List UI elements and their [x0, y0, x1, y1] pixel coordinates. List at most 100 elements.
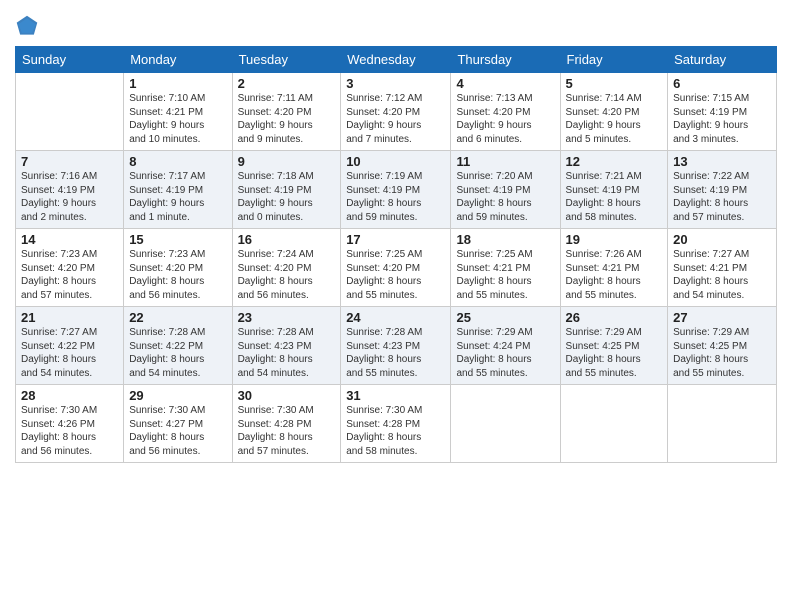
day-info: Sunrise: 7:24 AM Sunset: 4:20 PM Dayligh… [238, 248, 336, 302]
day-number: 27 [673, 310, 771, 325]
day-info: Sunrise: 7:30 AM Sunset: 4:28 PM Dayligh… [238, 404, 336, 458]
day-info: Sunrise: 7:19 AM Sunset: 4:19 PM Dayligh… [346, 170, 445, 224]
day-info: Sunrise: 7:22 AM Sunset: 4:19 PM Dayligh… [673, 170, 771, 224]
logo-icon [15, 14, 39, 38]
day-number: 23 [238, 310, 336, 325]
day-number: 15 [129, 232, 226, 247]
day-number: 12 [566, 154, 663, 169]
day-info: Sunrise: 7:21 AM Sunset: 4:19 PM Dayligh… [566, 170, 663, 224]
day-info: Sunrise: 7:16 AM Sunset: 4:19 PM Dayligh… [21, 170, 118, 224]
day-number: 29 [129, 388, 226, 403]
day-info: Sunrise: 7:11 AM Sunset: 4:20 PM Dayligh… [238, 92, 336, 146]
day-info: Sunrise: 7:26 AM Sunset: 4:21 PM Dayligh… [566, 248, 663, 302]
calendar-cell [668, 385, 777, 463]
calendar-cell: 5Sunrise: 7:14 AM Sunset: 4:20 PM Daylig… [560, 73, 668, 151]
calendar-cell [451, 385, 560, 463]
calendar-cell: 14Sunrise: 7:23 AM Sunset: 4:20 PM Dayli… [16, 229, 124, 307]
calendar-cell: 26Sunrise: 7:29 AM Sunset: 4:25 PM Dayli… [560, 307, 668, 385]
calendar-cell: 21Sunrise: 7:27 AM Sunset: 4:22 PM Dayli… [16, 307, 124, 385]
day-number: 26 [566, 310, 663, 325]
day-number: 7 [21, 154, 118, 169]
day-number: 19 [566, 232, 663, 247]
day-number: 4 [456, 76, 554, 91]
calendar: SundayMondayTuesdayWednesdayThursdayFrid… [15, 46, 777, 463]
day-info: Sunrise: 7:30 AM Sunset: 4:26 PM Dayligh… [21, 404, 118, 458]
day-info: Sunrise: 7:23 AM Sunset: 4:20 PM Dayligh… [129, 248, 226, 302]
day-number: 25 [456, 310, 554, 325]
calendar-cell [560, 385, 668, 463]
day-info: Sunrise: 7:30 AM Sunset: 4:27 PM Dayligh… [129, 404, 226, 458]
day-header-tuesday: Tuesday [232, 47, 341, 73]
day-info: Sunrise: 7:25 AM Sunset: 4:20 PM Dayligh… [346, 248, 445, 302]
day-number: 14 [21, 232, 118, 247]
day-number: 10 [346, 154, 445, 169]
calendar-cell: 10Sunrise: 7:19 AM Sunset: 4:19 PM Dayli… [341, 151, 451, 229]
day-header-monday: Monday [124, 47, 232, 73]
calendar-cell: 3Sunrise: 7:12 AM Sunset: 4:20 PM Daylig… [341, 73, 451, 151]
calendar-cell: 31Sunrise: 7:30 AM Sunset: 4:28 PM Dayli… [341, 385, 451, 463]
day-number: 11 [456, 154, 554, 169]
day-number: 9 [238, 154, 336, 169]
calendar-header-row: SundayMondayTuesdayWednesdayThursdayFrid… [16, 47, 777, 73]
calendar-cell: 18Sunrise: 7:25 AM Sunset: 4:21 PM Dayli… [451, 229, 560, 307]
calendar-cell: 30Sunrise: 7:30 AM Sunset: 4:28 PM Dayli… [232, 385, 341, 463]
calendar-cell: 23Sunrise: 7:28 AM Sunset: 4:23 PM Dayli… [232, 307, 341, 385]
day-number: 22 [129, 310, 226, 325]
day-info: Sunrise: 7:28 AM Sunset: 4:23 PM Dayligh… [238, 326, 336, 380]
week-row-4: 21Sunrise: 7:27 AM Sunset: 4:22 PM Dayli… [16, 307, 777, 385]
week-row-1: 1Sunrise: 7:10 AM Sunset: 4:21 PM Daylig… [16, 73, 777, 151]
day-number: 3 [346, 76, 445, 91]
calendar-cell: 20Sunrise: 7:27 AM Sunset: 4:21 PM Dayli… [668, 229, 777, 307]
day-info: Sunrise: 7:27 AM Sunset: 4:22 PM Dayligh… [21, 326, 118, 380]
day-number: 28 [21, 388, 118, 403]
calendar-cell: 12Sunrise: 7:21 AM Sunset: 4:19 PM Dayli… [560, 151, 668, 229]
day-info: Sunrise: 7:28 AM Sunset: 4:23 PM Dayligh… [346, 326, 445, 380]
calendar-cell: 29Sunrise: 7:30 AM Sunset: 4:27 PM Dayli… [124, 385, 232, 463]
day-info: Sunrise: 7:29 AM Sunset: 4:24 PM Dayligh… [456, 326, 554, 380]
day-number: 5 [566, 76, 663, 91]
day-info: Sunrise: 7:27 AM Sunset: 4:21 PM Dayligh… [673, 248, 771, 302]
day-info: Sunrise: 7:25 AM Sunset: 4:21 PM Dayligh… [456, 248, 554, 302]
calendar-cell: 7Sunrise: 7:16 AM Sunset: 4:19 PM Daylig… [16, 151, 124, 229]
day-header-thursday: Thursday [451, 47, 560, 73]
day-header-saturday: Saturday [668, 47, 777, 73]
week-row-5: 28Sunrise: 7:30 AM Sunset: 4:26 PM Dayli… [16, 385, 777, 463]
calendar-cell: 25Sunrise: 7:29 AM Sunset: 4:24 PM Dayli… [451, 307, 560, 385]
calendar-cell: 2Sunrise: 7:11 AM Sunset: 4:20 PM Daylig… [232, 73, 341, 151]
calendar-cell: 28Sunrise: 7:30 AM Sunset: 4:26 PM Dayli… [16, 385, 124, 463]
day-info: Sunrise: 7:23 AM Sunset: 4:20 PM Dayligh… [21, 248, 118, 302]
week-row-2: 7Sunrise: 7:16 AM Sunset: 4:19 PM Daylig… [16, 151, 777, 229]
day-info: Sunrise: 7:30 AM Sunset: 4:28 PM Dayligh… [346, 404, 445, 458]
day-header-wednesday: Wednesday [341, 47, 451, 73]
day-info: Sunrise: 7:29 AM Sunset: 4:25 PM Dayligh… [566, 326, 663, 380]
calendar-cell: 16Sunrise: 7:24 AM Sunset: 4:20 PM Dayli… [232, 229, 341, 307]
calendar-cell: 22Sunrise: 7:28 AM Sunset: 4:22 PM Dayli… [124, 307, 232, 385]
day-header-sunday: Sunday [16, 47, 124, 73]
calendar-cell: 4Sunrise: 7:13 AM Sunset: 4:20 PM Daylig… [451, 73, 560, 151]
calendar-cell: 6Sunrise: 7:15 AM Sunset: 4:19 PM Daylig… [668, 73, 777, 151]
day-number: 6 [673, 76, 771, 91]
day-number: 31 [346, 388, 445, 403]
calendar-cell: 9Sunrise: 7:18 AM Sunset: 4:19 PM Daylig… [232, 151, 341, 229]
logo [15, 14, 41, 38]
day-number: 13 [673, 154, 771, 169]
day-info: Sunrise: 7:10 AM Sunset: 4:21 PM Dayligh… [129, 92, 226, 146]
calendar-cell: 19Sunrise: 7:26 AM Sunset: 4:21 PM Dayli… [560, 229, 668, 307]
day-info: Sunrise: 7:18 AM Sunset: 4:19 PM Dayligh… [238, 170, 336, 224]
calendar-cell [16, 73, 124, 151]
day-info: Sunrise: 7:17 AM Sunset: 4:19 PM Dayligh… [129, 170, 226, 224]
day-number: 24 [346, 310, 445, 325]
day-number: 18 [456, 232, 554, 247]
day-info: Sunrise: 7:12 AM Sunset: 4:20 PM Dayligh… [346, 92, 445, 146]
calendar-cell: 13Sunrise: 7:22 AM Sunset: 4:19 PM Dayli… [668, 151, 777, 229]
day-number: 21 [21, 310, 118, 325]
day-info: Sunrise: 7:15 AM Sunset: 4:19 PM Dayligh… [673, 92, 771, 146]
day-info: Sunrise: 7:14 AM Sunset: 4:20 PM Dayligh… [566, 92, 663, 146]
day-number: 16 [238, 232, 336, 247]
day-number: 1 [129, 76, 226, 91]
day-number: 8 [129, 154, 226, 169]
day-number: 17 [346, 232, 445, 247]
header [15, 10, 777, 38]
calendar-cell: 15Sunrise: 7:23 AM Sunset: 4:20 PM Dayli… [124, 229, 232, 307]
day-number: 2 [238, 76, 336, 91]
